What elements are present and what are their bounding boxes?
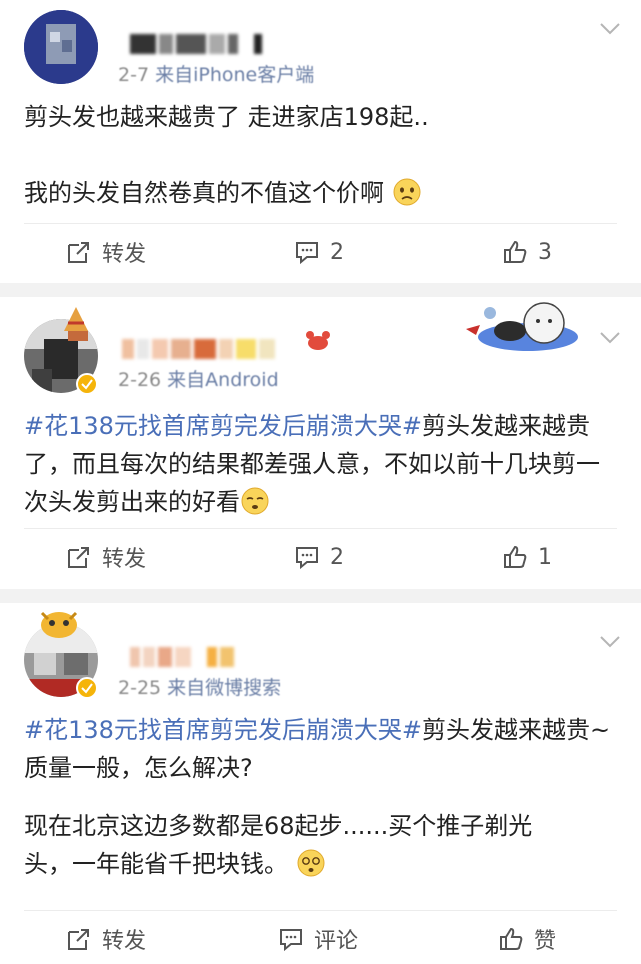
cat-sticker-icon xyxy=(466,302,578,351)
chevron-down-icon[interactable] xyxy=(599,635,621,649)
username-blurred[interactable] xyxy=(130,643,234,671)
post-card: 2-26 来自Android #花138元找首席剪完发后崩溃大哭#剪头发越来越贵… xyxy=(0,297,641,589)
verified-badge-icon xyxy=(76,373,98,395)
like-count: 3 xyxy=(538,239,552,265)
chevron-down-icon[interactable] xyxy=(599,22,621,36)
comment-count: 2 xyxy=(330,544,344,570)
topic-link[interactable]: #花138元找首席剪完发后崩溃大哭# xyxy=(24,716,422,744)
avatar[interactable] xyxy=(24,10,98,84)
repost-label: 转发 xyxy=(102,242,147,267)
username-blurred[interactable] xyxy=(122,335,275,363)
thumbs-up-icon xyxy=(504,545,527,568)
tiger-sticker-icon xyxy=(40,611,78,638)
topic-link[interactable]: #花138元找首席剪完发后崩溃大哭# xyxy=(24,412,422,440)
thumbs-up-icon xyxy=(504,240,527,263)
thumbs-up-icon xyxy=(500,927,523,950)
post-body: #花138元找首席剪完发后崩溃大哭#剪头发越来越贵了，而且每次的结果都差强人意，… xyxy=(24,407,619,521)
share-icon xyxy=(68,547,89,568)
post-card: 2-7 来自iPhone客户端 剪头发也越来越贵了 走进家店198起.. 我的头… xyxy=(0,0,641,283)
sad-face-emoji-icon xyxy=(393,178,421,206)
comment-label: 评论 xyxy=(314,929,359,954)
post-card: 2-25 来自微博搜索 #花138元找首席剪完发后崩溃大哭#剪头发越来越贵~质量… xyxy=(0,603,641,964)
post-text: 我的头发自然卷真的不值这个价啊 xyxy=(24,179,384,207)
like-button[interactable]: 1 xyxy=(502,529,552,585)
post-text-line: 头，一年能省千把块钱。 xyxy=(24,850,288,878)
comment-icon xyxy=(296,242,318,265)
comment-icon xyxy=(296,547,318,570)
comment-button[interactable]: 2 xyxy=(294,529,344,585)
post-date: 2-26 xyxy=(118,369,162,391)
post-body: #花138元找首席剪完发后崩溃大哭#剪头发越来越贵~质量一般，怎么解决? 现在北… xyxy=(24,711,619,883)
repost-button[interactable]: 转发 xyxy=(66,529,146,585)
comment-button[interactable]: 2 xyxy=(294,224,344,280)
username-blurred[interactable] xyxy=(130,30,262,58)
verified-badge-icon xyxy=(76,677,98,699)
post-separator xyxy=(0,589,641,603)
post-source: 来自微博搜索 xyxy=(167,677,282,699)
post-body: 剪头发也越来越贵了 走进家店198起.. 我的头发自然卷真的不值这个价啊 xyxy=(24,98,619,212)
crab-sticker-icon xyxy=(306,331,330,350)
repost-label: 转发 xyxy=(102,929,147,954)
action-bar: 转发 评论 赞 xyxy=(0,911,641,964)
post-date: 2-25 xyxy=(118,677,162,699)
share-icon xyxy=(68,929,89,950)
post-text-line: 我的头发自然卷真的不值这个价啊 xyxy=(24,174,619,212)
sleepy-face-emoji-icon xyxy=(241,487,269,515)
share-icon xyxy=(68,242,89,263)
post-text-line: 现在北京这边多数都是68起步......买个推子剃光 xyxy=(24,812,533,840)
like-label: 赞 xyxy=(534,929,557,954)
comment-count: 2 xyxy=(330,239,344,265)
party-hat-icon xyxy=(64,307,88,331)
repost-button[interactable]: 转发 xyxy=(66,224,146,280)
action-bar: 转发 2 3 xyxy=(0,224,641,280)
post-source: 来自Android xyxy=(167,369,279,391)
post-meta: 2-26 来自Android xyxy=(118,365,279,392)
dizzy-face-emoji-icon xyxy=(297,849,325,877)
comment-icon xyxy=(280,929,302,952)
post-meta: 2-7 来自iPhone客户端 xyxy=(118,60,314,87)
comment-button[interactable]: 评论 xyxy=(278,911,358,964)
post-text-line: 剪头发也越来越贵了 走进家店198起.. xyxy=(24,103,429,131)
like-button[interactable]: 3 xyxy=(502,224,552,280)
chevron-down-icon[interactable] xyxy=(599,331,621,345)
post-meta: 2-25 来自微博搜索 xyxy=(118,673,281,700)
like-count: 1 xyxy=(538,544,552,570)
action-bar: 转发 2 1 xyxy=(0,529,641,585)
like-button[interactable]: 赞 xyxy=(498,911,556,964)
post-separator xyxy=(0,283,641,297)
repost-label: 转发 xyxy=(102,547,147,572)
post-source: 来自iPhone客户端 xyxy=(155,64,315,86)
repost-button[interactable]: 转发 xyxy=(66,911,146,964)
post-date: 2-7 xyxy=(118,64,150,86)
